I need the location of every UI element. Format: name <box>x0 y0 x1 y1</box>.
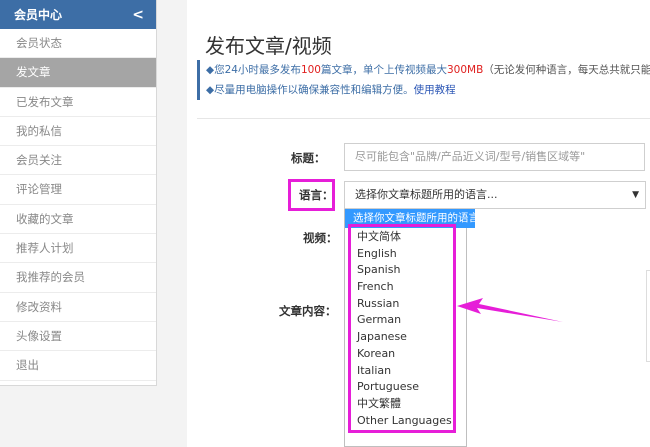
divider <box>197 118 650 119</box>
sidebar-item[interactable]: 发文章 <box>0 58 156 88</box>
sidebar-header: 会员中心 < <box>0 0 156 29</box>
sidebar-item[interactable]: 头像设置 <box>0 322 156 352</box>
title-label: 标题： <box>291 151 326 165</box>
sidebar-title: 会员中心 <box>14 8 63 22</box>
video-label: 视频： <box>303 231 338 245</box>
sidebar-item[interactable]: 评论管理 <box>0 175 156 205</box>
editor-edge <box>646 270 650 362</box>
sidebar-item[interactable]: 退出 <box>0 351 156 381</box>
notice-count: 100 <box>300 64 321 76</box>
title-input[interactable]: 尽可能包含"品牌/产品近义词/型号/销售区域等" <box>344 143 645 171</box>
sidebar-item[interactable]: 推荐人计划 <box>0 234 156 264</box>
sidebar-item[interactable]: 我推荐的会员 <box>0 263 156 293</box>
language-select[interactable]: 选择你文章标题所用的语言... ▼ <box>344 181 646 209</box>
language-label-highlight <box>288 179 335 211</box>
sidebar-item[interactable]: 修改资料 <box>0 293 156 322</box>
tutorial-link[interactable]: 使用教程 <box>414 84 456 96</box>
sidebar-bottom-background <box>0 386 157 447</box>
notice-prefix: ◆您24小时最多发布 <box>206 64 301 76</box>
notice-tip: ◆尽量用电脑操作以确保兼容性和编辑方便。 <box>206 84 414 96</box>
notice-size: 300MB <box>446 64 484 76</box>
page-gutter <box>157 0 187 447</box>
notice-mid: 篇文章，单个上传视频最大 <box>320 64 447 76</box>
sidebar-item[interactable]: 收藏的文章 <box>0 205 156 235</box>
notice-suffix: （无论发何种语言，每天总共就只能发 <box>483 64 650 76</box>
options-highlight <box>348 224 456 433</box>
pointer-arrow-icon <box>457 298 563 322</box>
notice-box: ◆您24小时最多发布100篇文章，单个上传视频最大300MB（无论发何种语言，每… <box>197 60 650 100</box>
content-label: 文章内容： <box>279 304 337 318</box>
language-select-value: 选择你文章标题所用的语言... <box>355 188 498 201</box>
page-title: 发布文章/视频 <box>205 34 332 58</box>
dropdown-arrow-icon[interactable]: ▼ <box>632 182 639 208</box>
collapse-chevron-icon[interactable]: < <box>132 7 144 23</box>
main-content: 发布文章/视频 ◆您24小时最多发布100篇文章，单个上传视频最大300MB（无… <box>187 0 650 447</box>
notice-line-1: ◆您24小时最多发布100篇文章，单个上传视频最大300MB（无论发何种语言，每… <box>206 60 650 80</box>
sidebar: 会员中心 < 会员状态 发文章 已发布文章 我的私信 会员关注 评论管理 收藏的文章 推荐人计… <box>0 0 157 386</box>
sidebar-item[interactable]: 会员关注 <box>0 146 156 176</box>
sidebar-item[interactable]: 会员状态 <box>0 29 156 59</box>
sidebar-item[interactable]: 我的私信 <box>0 117 156 147</box>
sidebar-item[interactable]: 已发布文章 <box>0 88 156 117</box>
notice-line-2: ◆尽量用电脑操作以确保兼容性和编辑方便。使用教程 <box>206 80 650 100</box>
